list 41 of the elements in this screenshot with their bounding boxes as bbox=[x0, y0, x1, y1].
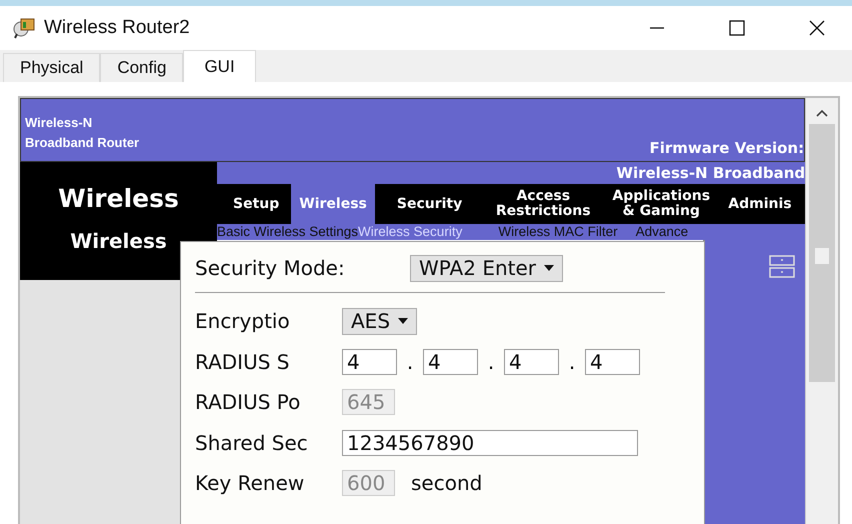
subnav-link[interactable]: Wireless Security bbox=[358, 224, 498, 240]
maximize-icon[interactable] bbox=[728, 19, 746, 37]
ip-octet-field[interactable]: 4 bbox=[504, 348, 559, 375]
tab[interactable]: GUI bbox=[183, 50, 256, 82]
subsection-title: Wireless bbox=[70, 229, 167, 253]
tab[interactable]: Config bbox=[100, 53, 184, 82]
ip-octet-field[interactable]: 4 bbox=[423, 348, 478, 375]
field-label: Encryptio bbox=[195, 309, 291, 334]
section-title: Wireless bbox=[58, 184, 179, 213]
subnav-link[interactable]: Basic Wireless Settings bbox=[217, 224, 358, 240]
caret-icon bbox=[544, 265, 554, 271]
scroll-up-icon[interactable] bbox=[815, 108, 830, 118]
firmware-label: Firmware Version: bbox=[650, 139, 804, 157]
subnav-link[interactable]: Wireless MAC Filter bbox=[498, 224, 636, 240]
ip-separator: . bbox=[406, 350, 414, 374]
caret-icon bbox=[398, 318, 408, 324]
close-icon[interactable] bbox=[808, 19, 826, 37]
ip-octet-field[interactable]: 4 bbox=[585, 348, 640, 375]
tab[interactable]: Physical bbox=[3, 53, 100, 82]
window-title: Wireless Router2 bbox=[44, 17, 190, 39]
ip-separator: . bbox=[486, 350, 496, 374]
field-label: Key Renew bbox=[195, 471, 306, 496]
drawer-icon bbox=[769, 254, 796, 280]
encryption-dropdown[interactable]: AES bbox=[342, 308, 418, 335]
scrollbar[interactable] bbox=[805, 98, 838, 524]
field-label: RADIUS Po bbox=[195, 390, 302, 414]
input-field[interactable]: 1234567890 bbox=[342, 430, 638, 456]
security-mode-dropdown[interactable]: WPA2 Enter bbox=[410, 254, 564, 282]
ip-octet-field[interactable]: 4 bbox=[342, 348, 397, 375]
scroll-thumb[interactable] bbox=[809, 124, 836, 382]
brand-text: Wireless-N bbox=[25, 114, 94, 132]
router-icon bbox=[12, 16, 36, 40]
nav-tab[interactable]: Wireless bbox=[291, 184, 375, 224]
field-label: Shared Sec bbox=[195, 430, 309, 455]
model-text: Wireless-N Broadband bbox=[616, 164, 806, 182]
unit-label: second bbox=[411, 471, 482, 496]
field-label: Security Mode: bbox=[195, 256, 346, 280]
brand-text: Broadband Router bbox=[25, 134, 140, 152]
field-label: RADIUS S bbox=[195, 350, 290, 374]
ip-separator: . bbox=[568, 350, 576, 374]
subnav-link[interactable]: Advance bbox=[636, 224, 706, 240]
